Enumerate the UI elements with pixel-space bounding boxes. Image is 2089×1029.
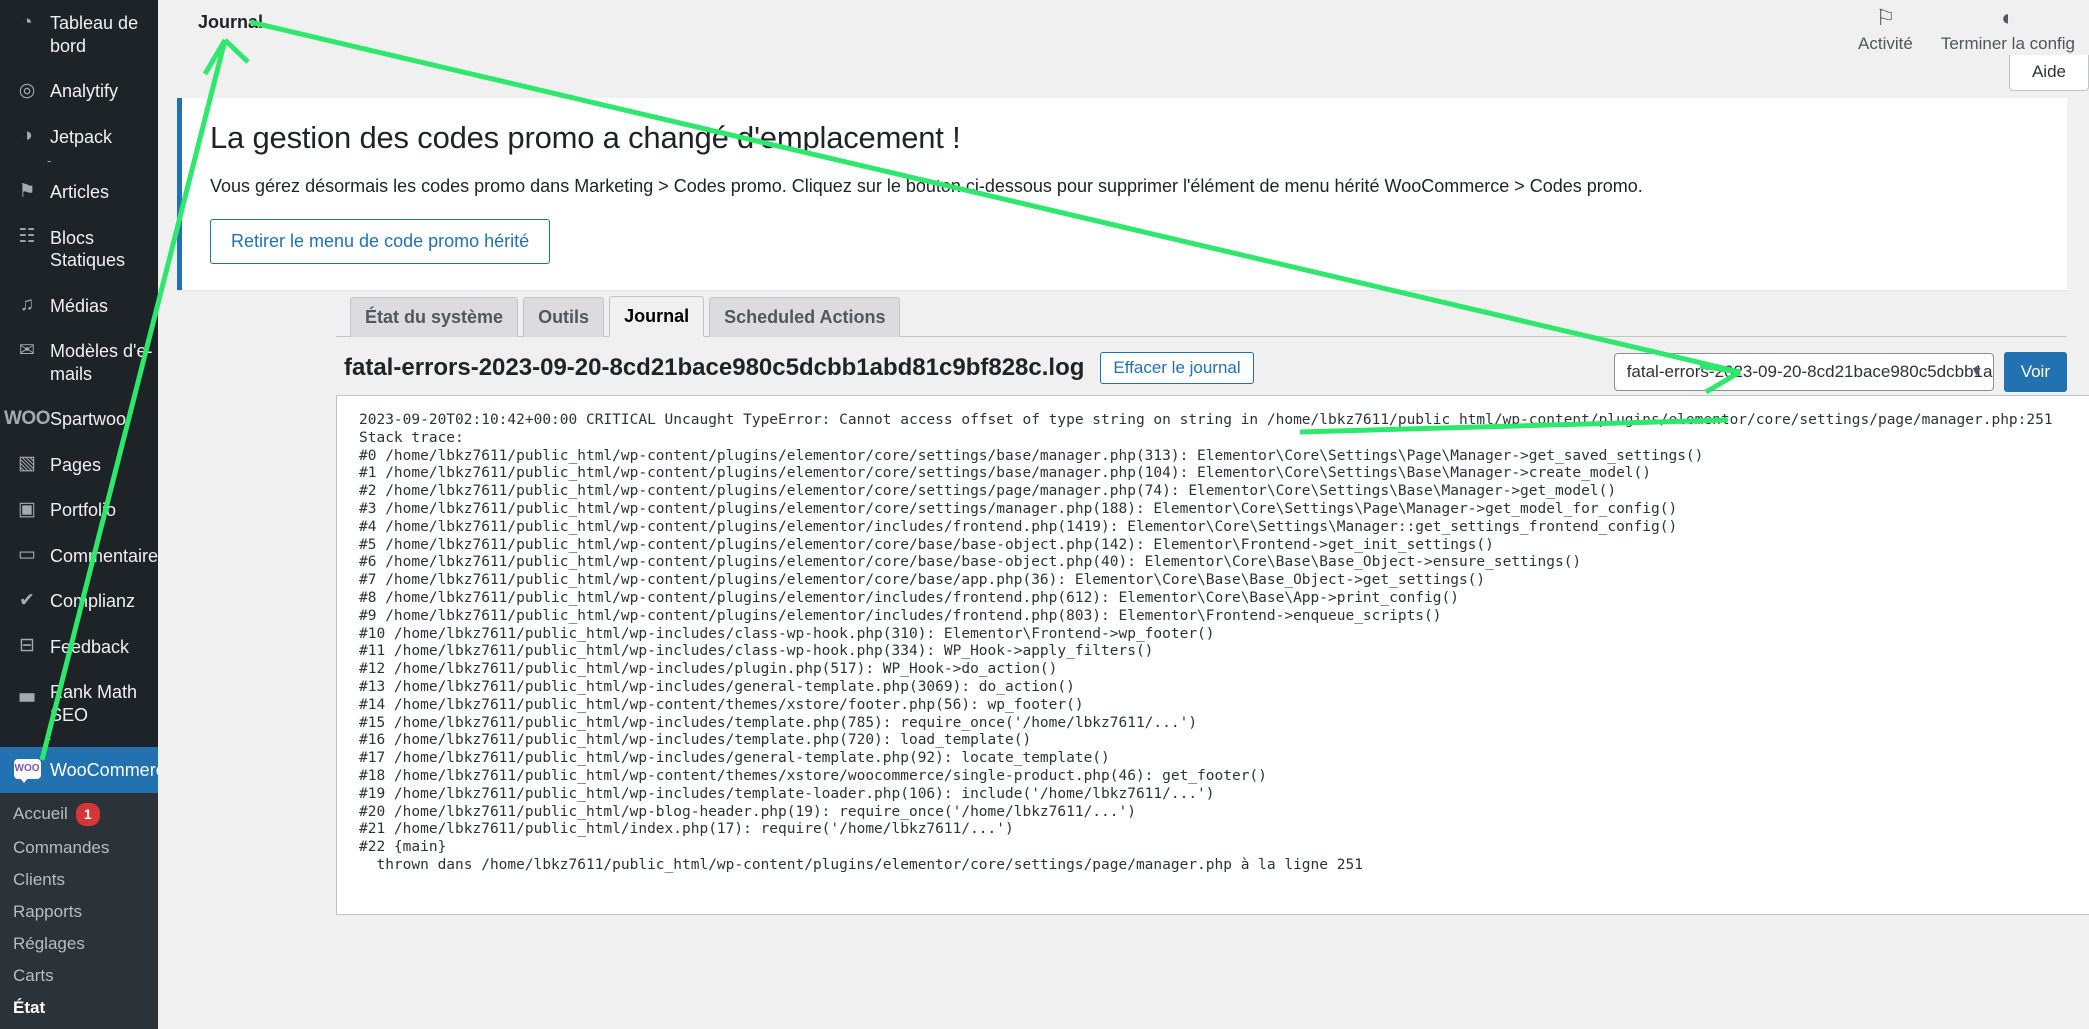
sidebar-item-spartwoo[interactable]: WOO Spartwoo — [0, 396, 158, 442]
coupon-moved-notice: La gestion des codes promo a changé d'em… — [177, 98, 2067, 290]
feedback-icon: ⊟ — [19, 635, 35, 656]
submenu-item-tat[interactable]: État — [0, 992, 158, 1024]
pin-icon: ⚑ — [18, 180, 36, 202]
sidebar-item-label: Feedback — [50, 636, 130, 657]
tab-tat-du-syst-me[interactable]: État du système — [350, 297, 519, 337]
log-content: 2023-09-20T02:10:42+00:00 CRITICAL Uncau… — [359, 412, 2053, 873]
sidebar-item-label: Analytify — [50, 81, 119, 101]
log-controls: fatal-errors-2023-09-20-8cd21bace980c5dc… — [1613, 352, 2067, 392]
finish-setup-button[interactable]: ◐ Terminer la config — [1927, 0, 2089, 54]
status-tabs: État du système Outils Journal Scheduled Ac… — [336, 295, 2067, 337]
tab-label: État du système — [365, 307, 504, 327]
submenu-badge: 1 — [75, 802, 100, 826]
tab-label: Outils — [538, 307, 590, 327]
finish-setup-label: Terminer la config — [1940, 34, 2075, 53]
sidebar-mini-separator: - — [47, 153, 52, 168]
progress-circle-icon: ◐ — [2001, 5, 2015, 30]
help-tab-label: Aide — [2031, 62, 2066, 81]
tab-outils[interactable]: Outils — [523, 297, 605, 337]
log-file-select[interactable]: fatal-errors-2023-09-20-8cd21bace980c5dc… — [1613, 353, 1994, 391]
sidebar-item-label: Commentaires — [50, 545, 158, 566]
admin-sidebar: ◔ Tableau de bord ◎ Analytify ◑ Jetpack - ⚑ Arti… — [0, 0, 158, 1029]
sidebar-item-label: Portfolio — [50, 500, 117, 520]
sidebar-item-label: Jetpack — [50, 126, 113, 147]
activity-button[interactable]: ⚐ Activité — [1844, 0, 1927, 54]
notice-body: Vous gérez désormais les codes promo dan… — [210, 176, 1643, 196]
main-content: ⚐ Activité ◐ Terminer la config Aide Jou… — [158, 0, 2089, 1029]
remove-legacy-coupon-menu-button[interactable]: Retirer le menu de code promo hérité — [210, 219, 551, 264]
media-icon: ♫ — [19, 294, 35, 315]
sidebar-item-rank-math-seo[interactable]: ▃ Rank Math SEO — [0, 669, 158, 737]
view-log-button[interactable]: Voir — [2003, 352, 2067, 392]
log-header: fatal-errors-2023-09-20-8cd21bace980c5dc… — [344, 352, 1254, 384]
blocks-icon: ☷ — [18, 226, 36, 247]
log-file-select-value: fatal-errors-2023-09-20-8cd21bace980c5dc… — [1626, 362, 1993, 381]
submenu-item-label: Carts — [13, 965, 54, 985]
submenu-item-label: Rapports — [13, 901, 82, 921]
tab-label: Scheduled Actions — [724, 307, 886, 327]
jetpack-icon: ◑ — [21, 125, 33, 146]
flag-icon: ⚐ — [1875, 5, 1896, 30]
pages-icon: ▧ — [18, 453, 36, 474]
sidebar-item-label: Pages — [50, 454, 102, 475]
analytics-icon: ◎ — [18, 79, 36, 101]
sidebar-item-label: Blocs Statiques — [50, 227, 126, 271]
submenu-item-label: Clients — [13, 869, 65, 889]
envelope-icon: ✉ — [19, 339, 35, 361]
spartwoo-icon: WOO — [4, 407, 51, 429]
sidebar-mini-separator: - — [47, 731, 52, 746]
sidebar-item-label: Médias — [50, 295, 109, 316]
sidebar-item-commentaires[interactable]: ▭ Commentaires — [0, 533, 158, 579]
sidebar-item-complianz[interactable]: ✔ Complianz — [0, 578, 158, 624]
sidebar-item-pages[interactable]: ▧ Pages — [0, 442, 158, 488]
tab-journal[interactable]: Journal — [609, 296, 705, 337]
submenu-item-label: État — [13, 997, 46, 1017]
submenu-item-extensions[interactable]: Extensions — [0, 1024, 158, 1029]
submenu-item-label: Réglages — [13, 933, 85, 953]
sidebar-item-label: Complianz — [50, 591, 136, 611]
sidebar-item-jetpack[interactable]: ◑ Jetpack — [0, 114, 158, 160]
rankmath-icon: ▃ — [19, 680, 35, 702]
submenu-item-accueil[interactable]: Accueil 1 — [0, 797, 158, 832]
sidebar-item-label: Modèles d'e-mails — [50, 341, 153, 384]
notice-heading: La gestion des codes promo a changé d'em… — [210, 120, 961, 155]
sidebar-item-articles[interactable]: ⚑ Articles — [0, 169, 158, 215]
sidebar-item-tableau-de-bord[interactable]: ◔ Tableau de bord — [0, 0, 158, 68]
sidebar-item-label: Articles — [50, 182, 110, 202]
log-filename: fatal-errors-2023-09-20-8cd21bace980c5dc… — [344, 354, 1085, 381]
log-viewer-panel[interactable]: 2023-09-20T02:10:42+00:00 CRITICAL Uncau… — [336, 395, 2089, 915]
sidebar-item-label: Tableau de bord — [50, 13, 139, 56]
chevron-down-icon: ▾ — [1972, 363, 1981, 380]
submenu-item-label: Commandes — [13, 837, 110, 857]
sidebar-item-analytify[interactable]: ◎ Analytify — [0, 68, 158, 114]
submenu-item-label: Accueil — [13, 804, 68, 823]
submenu-item-r-glages[interactable]: Réglages — [0, 928, 158, 960]
dashboard-icon: ◔ — [21, 11, 33, 33]
sidebar-item-label: Rank Math SEO — [50, 682, 138, 725]
submenu-item-rapports[interactable]: Rapports — [0, 896, 158, 928]
sidebar-item-portfolio[interactable]: ▣ Portfolio — [0, 487, 158, 533]
sidebar-item-feedback[interactable]: ⊟ Feedback — [0, 624, 158, 670]
comment-icon: ▭ — [18, 544, 36, 565]
check-icon: ✔ — [19, 589, 35, 611]
sidebar-item-m-dias[interactable]: ♫ Médias — [0, 283, 158, 329]
woo-icon: WOO — [13, 758, 41, 783]
tab-label: Journal — [624, 306, 690, 326]
sidebar-item-label: WooCommerce — [50, 760, 158, 780]
clear-log-button[interactable]: Effacer le journal — [1100, 352, 1254, 384]
sidebar-item-mod-les-d-e-mails[interactable]: ✉ Modèles d'e-mails — [0, 328, 158, 396]
submenu-item-clients[interactable]: Clients — [0, 864, 158, 896]
activity-label: Activité — [1858, 34, 1913, 53]
help-tab[interactable]: Aide — [2008, 55, 2089, 91]
woocommerce-submenu: Accueil 1 Commandes Clients Rapports Réglages… — [0, 792, 158, 1029]
tab-scheduled-actions[interactable]: Scheduled Actions — [709, 297, 901, 337]
sidebar-item-blocs-statiques[interactable]: ☷ Blocs Statiques — [0, 215, 158, 283]
submenu-item-commandes[interactable]: Commandes — [0, 832, 158, 864]
page-title: Journal — [198, 12, 264, 32]
sidebar-item-label: Spartwoo — [50, 409, 127, 429]
portfolio-icon: ▣ — [18, 498, 36, 520]
submenu-item-carts[interactable]: Carts — [0, 960, 158, 992]
sidebar-item-woocommerce[interactable]: WOO WooCommerce — [0, 747, 158, 793]
